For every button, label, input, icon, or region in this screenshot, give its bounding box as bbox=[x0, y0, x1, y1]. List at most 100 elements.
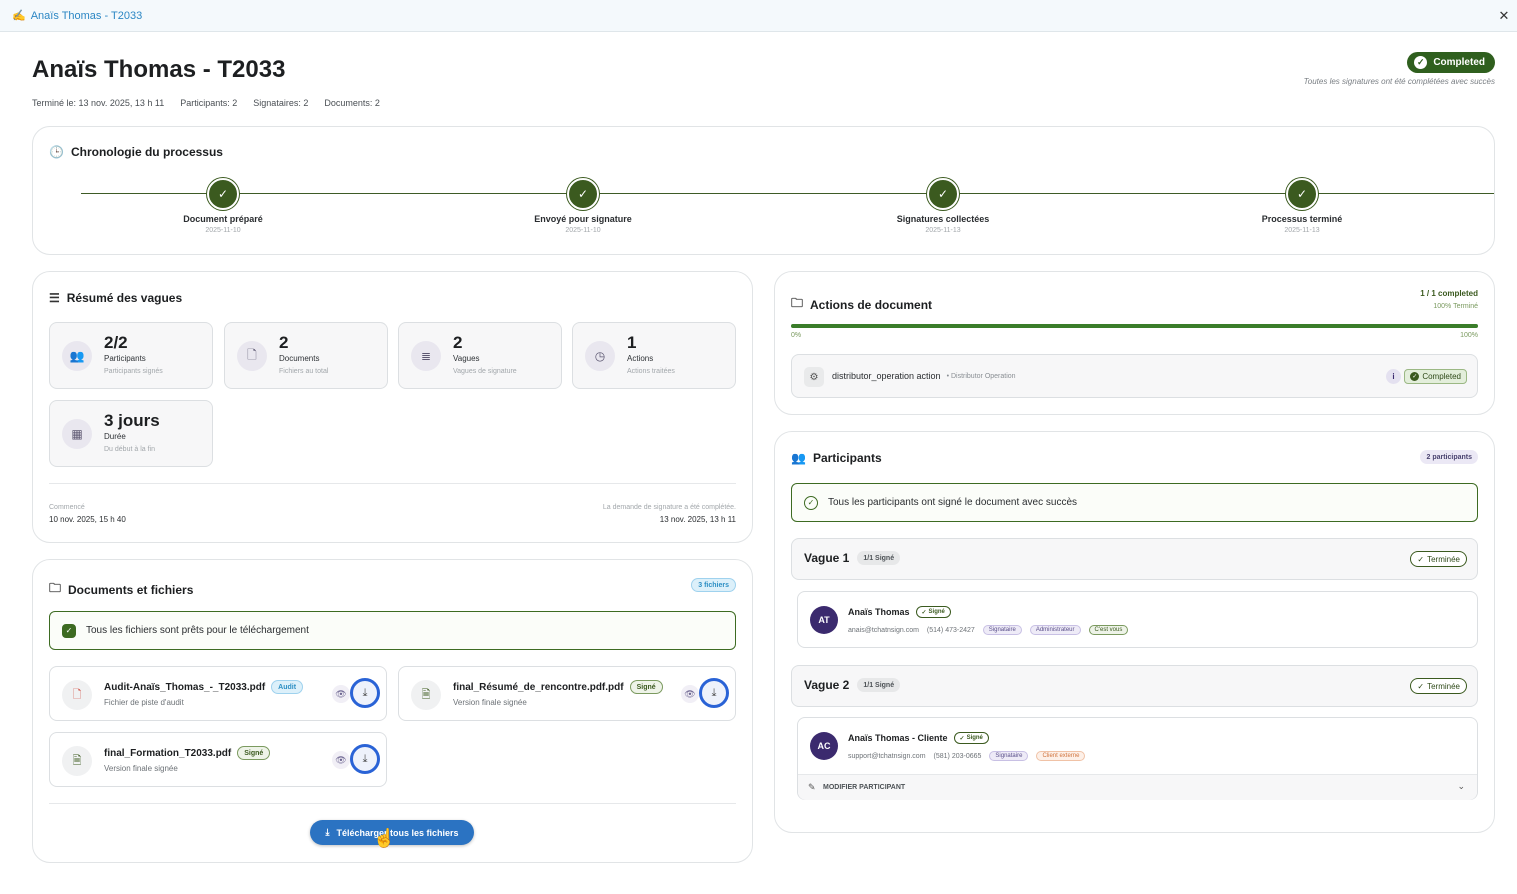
modify-participant-label: MODIFIER PARTICIPANT bbox=[823, 784, 906, 791]
file-name-text: Audit-Anaïs_Thomas_-_T2033.pdf bbox=[104, 681, 266, 693]
files-ready-text: Tous les fichiers sont prêts pour le tél… bbox=[86, 625, 309, 636]
download-all-label: Télécharger tous les fichiers bbox=[336, 827, 459, 838]
page-meta: Terminé le: 13 nov. 2025, 13 h 11 Partic… bbox=[32, 98, 380, 108]
action-type: • Distributor Operation bbox=[946, 372, 1016, 380]
wave-header[interactable]: Vague 2 1/1 Signé ✓ Terminée bbox=[791, 665, 1478, 707]
wave-status-badge: ✓ Terminée bbox=[1410, 551, 1467, 567]
role-tag: Signataire bbox=[982, 625, 1022, 635]
stat-actions: ◷ 1 Actions Actions traitées bbox=[572, 322, 736, 389]
signed-badge-text: Signé bbox=[966, 735, 983, 741]
progress-min: 0% bbox=[791, 332, 802, 339]
eye-icon[interactable]: 👁 bbox=[681, 685, 699, 703]
eye-icon[interactable]: 👁 bbox=[332, 751, 350, 769]
file-name-text: final_Formation_T2033.pdf bbox=[104, 747, 232, 759]
calendar-icon: ▦ bbox=[62, 419, 92, 449]
file-text-icon: 🗎 bbox=[411, 680, 441, 710]
participant-email: support@tchatnsign.com bbox=[848, 752, 926, 760]
timeline-step-date: 2025-11-13 bbox=[925, 227, 961, 234]
participant-phone: (581) 203-0665 bbox=[933, 752, 982, 760]
participant-card: AT Anaïs Thomas ✓ Signé anais@tchatnsign… bbox=[797, 591, 1478, 648]
pencil-icon: ✎ bbox=[808, 782, 816, 792]
participant-name-text: Anaïs Thomas - Cliente bbox=[848, 733, 948, 743]
documents-title-text: Documents et fichiers bbox=[68, 582, 194, 597]
check-circle-icon: ✓ bbox=[804, 495, 818, 510]
modify-participant-row[interactable]: ✎ MODIFIER PARTICIPANT ⌄ bbox=[798, 774, 1477, 800]
participant-name: Anaïs Thomas ✓ Signé bbox=[848, 606, 951, 618]
window-title: Anaïs Thomas - T2033 bbox=[30, 9, 143, 22]
pdf-icon: 🗋 bbox=[62, 680, 92, 710]
download-icon[interactable]: ⤓ bbox=[350, 744, 380, 774]
wave-status-text: Terminée bbox=[1427, 681, 1460, 691]
action-name-text: distributor_operation action bbox=[832, 371, 941, 381]
participants-title: 👥 Participants bbox=[791, 451, 882, 465]
eye-icon[interactable]: 👁 bbox=[332, 685, 350, 703]
wave-title: Vague 1 1/1 Signé bbox=[804, 551, 901, 565]
wave-summary-card: ☰ Résumé des vagues 👥 2/2 Participants P… bbox=[32, 271, 753, 543]
file-badge: Audit bbox=[271, 680, 304, 694]
file-name-text: final_Résumé_de_rencontre.pdf.pdf bbox=[453, 681, 624, 693]
stat-label: Documents bbox=[279, 354, 320, 363]
participant-info: support@tchatnsign.com (581) 203-0665 Si… bbox=[848, 751, 1086, 761]
actions-title: 🗀 Actions de document bbox=[791, 294, 932, 315]
wave-header[interactable]: Vague 1 1/1 Signé ✓ Terminée bbox=[791, 538, 1478, 580]
action-name: distributor_operation action • Distribut… bbox=[832, 371, 1016, 381]
close-icon[interactable]: ✕ bbox=[1497, 8, 1511, 24]
files-ready-banner: ✓ Tous les fichiers sont prêts pour le t… bbox=[49, 611, 736, 650]
download-icon[interactable]: ⤓ bbox=[350, 678, 380, 708]
users-icon: 👥 bbox=[62, 341, 92, 371]
participant-card: AC Anaïs Thomas - Cliente ✓ Signé suppor… bbox=[797, 717, 1478, 800]
timeline-card: 🕒 Chronologie du processus ✓ Document pr… bbox=[32, 126, 1495, 255]
check-icon: ✓ bbox=[1414, 56, 1428, 69]
stat-value: 1 bbox=[627, 333, 637, 352]
actions-completed-count: 1 / 1 completed bbox=[1420, 289, 1478, 298]
file-text-icon: 🗎 bbox=[62, 746, 92, 776]
summary-title: ☰ Résumé des vagues bbox=[49, 291, 182, 305]
users-icon: 👥 bbox=[791, 451, 806, 465]
file-badge: Signé bbox=[237, 746, 271, 760]
stat-label: Participants bbox=[104, 354, 146, 363]
check-icon: ✓ bbox=[927, 178, 959, 210]
file-check-icon: ✓ bbox=[62, 623, 76, 638]
participant-name: Anaïs Thomas - Cliente ✓ Signé bbox=[848, 732, 989, 744]
participants-count-badge: 2 participants bbox=[1420, 450, 1478, 464]
stat-duration: ▦ 3 jours Durée Du début à la fin bbox=[49, 400, 213, 467]
file-card: 🗋 Audit-Anaïs_Thomas_-_T2033.pdf Audit F… bbox=[49, 666, 387, 721]
status-badge: ✓ Completed bbox=[1407, 52, 1495, 73]
download-icon[interactable]: ⤓ bbox=[699, 678, 729, 708]
timeline-step-label: Signatures collectées bbox=[896, 214, 990, 224]
participant-info: anais@tchatnsign.com (514) 473-2427 Sign… bbox=[848, 625, 1129, 635]
wave-title: Vague 2 1/1 Signé bbox=[804, 678, 901, 692]
summary-title-text: Résumé des vagues bbox=[66, 291, 183, 305]
stat-value: 2 bbox=[453, 333, 463, 352]
participants-card: 👥 Participants 2 participants ✓ Tous les… bbox=[774, 431, 1495, 833]
file-name: Audit-Anaïs_Thomas_-_T2033.pdf Audit bbox=[104, 680, 304, 694]
stat-label: Actions bbox=[627, 354, 654, 363]
timeline-step-label: Envoyé pour signature bbox=[534, 214, 632, 224]
check-icon: ✓ bbox=[567, 178, 599, 210]
stat-label: Durée bbox=[104, 432, 126, 441]
progress-fill bbox=[791, 324, 1478, 328]
participant-name-text: Anaïs Thomas bbox=[848, 607, 910, 617]
actions-title-text: Actions de document bbox=[810, 297, 933, 312]
participants-success-banner: ✓ Tous les participants ont signé le doc… bbox=[791, 483, 1478, 522]
signed-badge: ✓ Signé bbox=[915, 606, 951, 618]
main-content: Anaïs Thomas - T2033 Terminé le: 13 nov.… bbox=[2, 32, 1515, 894]
documents-title: 🗀 Documents et fichiers bbox=[49, 579, 193, 600]
participants-title-text: Participants bbox=[812, 451, 882, 465]
timeline-step-date: 2025-11-13 bbox=[1284, 227, 1320, 234]
info-icon[interactable]: i bbox=[1386, 369, 1401, 384]
timeline-title-text: Chronologie du processus bbox=[70, 145, 223, 159]
download-icon: ⤓ bbox=[325, 827, 330, 837]
stat-participants: 👥 2/2 Participants Participants signés bbox=[49, 322, 213, 389]
participant-phone: (514) 473-2427 bbox=[926, 626, 975, 634]
check-icon: ✓ bbox=[207, 178, 239, 210]
started-label: Commencé bbox=[49, 504, 85, 511]
file-card: 🗎 final_Formation_T2033.pdf Signé Versio… bbox=[49, 732, 387, 787]
wave-signed-badge: 1/1 Signé bbox=[857, 678, 901, 692]
hand-cursor-icon: ☝ bbox=[373, 828, 396, 848]
avatar: AC bbox=[810, 732, 838, 760]
folder-icon: 🗀 bbox=[791, 296, 804, 310]
signed-badge: ✓ Signé bbox=[953, 732, 989, 744]
file-name: final_Formation_T2033.pdf Signé bbox=[104, 746, 271, 760]
progress-bar bbox=[791, 324, 1478, 328]
